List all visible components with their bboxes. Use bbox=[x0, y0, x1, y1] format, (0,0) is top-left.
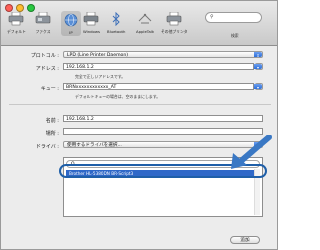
name-label: 名前 : bbox=[45, 118, 59, 124]
toolbar-default-label: デフォルト bbox=[7, 29, 26, 34]
printer-icon bbox=[8, 11, 24, 27]
protocol-value: LPD (Line Printer Daemon) bbox=[67, 53, 129, 58]
address-field[interactable]: 192.168.1.2 bbox=[63, 63, 254, 70]
fax-icon bbox=[35, 11, 51, 27]
location-field[interactable] bbox=[63, 128, 263, 135]
toolbar-appletalk-label: AppleTalk bbox=[136, 29, 155, 34]
search-icon: ⚲ bbox=[210, 14, 214, 20]
callout-arrow-icon bbox=[231, 135, 272, 169]
address-history-button[interactable]: ▾ bbox=[254, 63, 263, 70]
toolbar-windows[interactable]: Windows bbox=[83, 11, 100, 34]
add-button[interactable]: 追加 bbox=[230, 236, 260, 244]
divider bbox=[9, 104, 271, 105]
queue-note: デフォルトキューの場合は、空のままにします。 bbox=[75, 94, 161, 99]
queue-field[interactable]: BRNxxxxxxxxxxxx_AT bbox=[63, 83, 254, 90]
protocol-label: プロトコル : bbox=[30, 53, 59, 59]
more-printers-icon bbox=[166, 11, 182, 27]
address-note: 完全で正しいアドレスです。 bbox=[75, 74, 126, 79]
toolbar-fax[interactable]: ファクス bbox=[35, 11, 51, 35]
toolbar-more-printers-label: その他プリンタ bbox=[161, 29, 188, 34]
toolbar-bluetooth-label: Bluetooth bbox=[107, 29, 126, 34]
toolbar-more-printers[interactable]: その他プリンタ bbox=[161, 11, 188, 35]
globe-icon bbox=[63, 12, 79, 28]
location-label: 場所 : bbox=[45, 131, 59, 137]
zoom-button[interactable] bbox=[27, 4, 35, 12]
bluetooth-icon bbox=[108, 11, 124, 27]
search-field[interactable]: ⚲ bbox=[205, 12, 262, 23]
search-hint-label: 検索 bbox=[231, 33, 239, 38]
toolbar-ip[interactable]: IP bbox=[61, 11, 81, 36]
toolbar-default[interactable]: デフォルト bbox=[7, 11, 26, 35]
toolbar-windows-label: Windows bbox=[83, 29, 100, 34]
driver-value: 使用するドライバを選択... bbox=[67, 143, 122, 148]
protocol-popup[interactable]: LPD (Line Printer Daemon) ⇕ bbox=[63, 51, 263, 58]
windows-printer-icon bbox=[83, 11, 99, 27]
toolbar-bluetooth[interactable]: Bluetooth bbox=[107, 11, 125, 34]
popup-arrows-icon: ⇕ bbox=[254, 52, 262, 58]
appletalk-icon bbox=[137, 11, 153, 27]
toolbar-fax-label: ファクス bbox=[35, 29, 51, 34]
toolbar-appletalk[interactable]: AppleTalk bbox=[136, 11, 154, 34]
driver-label: ドライバ : bbox=[35, 144, 59, 150]
queue-label: キュー : bbox=[40, 86, 59, 92]
address-label: アドレス : bbox=[35, 66, 59, 72]
name-field[interactable]: 192.168.1.2 bbox=[63, 115, 263, 122]
toolbar: デフォルト ファクス IP Windows Bluetooth AppleTal… bbox=[1, 1, 277, 46]
chevron-down-icon: ▾ bbox=[254, 64, 262, 70]
queue-history-button[interactable]: ▾ bbox=[254, 83, 263, 90]
toolbar-ip-label: IP bbox=[69, 30, 73, 35]
add-printer-window: デフォルト ファクス IP Windows Bluetooth AppleTal… bbox=[0, 0, 278, 250]
chevron-down-icon: ▾ bbox=[254, 84, 262, 90]
